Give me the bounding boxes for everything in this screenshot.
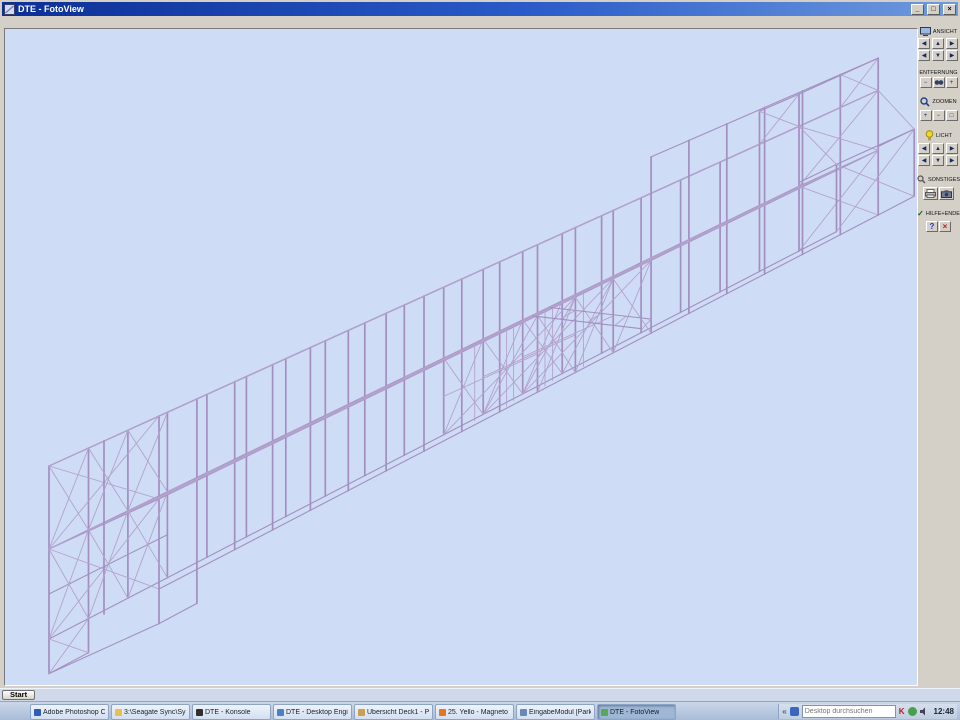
taskbar-item-icon	[520, 709, 527, 716]
taskbar-item[interactable]: Übersicht Deck1 - Paint	[354, 704, 433, 720]
taskbar-item-icon	[115, 709, 122, 716]
taskbar-item-label: DTE - Konsole	[205, 709, 251, 716]
help-button[interactable]: ?	[926, 221, 938, 232]
distance-minus-button[interactable]: −	[920, 77, 932, 88]
taskbar-item-label: Adobe Photoshop CS3 E...	[43, 709, 105, 716]
section-zoomen: ZOOMEN + − □	[919, 97, 958, 121]
taskbar-item[interactable]: DTE - Konsole	[192, 704, 271, 720]
zoom-in-button[interactable]: +	[920, 110, 932, 121]
close-button[interactable]: ×	[943, 4, 956, 15]
print-button[interactable]	[923, 187, 938, 200]
sonstiges-label: SONSTIGES	[928, 177, 960, 183]
licht-left-button[interactable]: ◀	[918, 143, 930, 154]
taskbar-item[interactable]: EingabeModul [Parkdeck...	[516, 704, 595, 720]
taskbar-item-icon	[601, 709, 608, 716]
checkmark-icon: ✓	[917, 209, 924, 218]
taskbar-item-icon	[358, 709, 365, 716]
printer-icon	[925, 189, 936, 198]
ansicht-label: ANSICHT	[933, 29, 957, 35]
ansicht-down-button[interactable]: ▼	[932, 50, 944, 61]
tools-icon	[917, 175, 926, 184]
control-panel: ANSICHT ◀▲▶◀▼▶ ENTFERNUNG − + ZOOMEN	[919, 18, 958, 686]
zoom-box-button[interactable]: □	[946, 110, 958, 121]
ansicht-up-button[interactable]: ▲	[932, 38, 944, 49]
minimize-button[interactable]: _	[911, 4, 924, 15]
section-ansicht: ANSICHT ◀▲▶ ◀▼▶	[919, 27, 958, 61]
lightbulb-icon	[925, 130, 934, 141]
taskbar-item-label: 3:\Seagate Sync\SyncRe...	[124, 709, 186, 716]
taskbar-item-icon	[196, 709, 203, 716]
taskbar-clock: 12:48	[934, 707, 954, 716]
licht-label: LICHT	[936, 133, 952, 139]
licht-left-button[interactable]: ◀	[918, 155, 930, 166]
exit-button[interactable]: ×	[939, 221, 951, 232]
ansicht-left-button[interactable]: ◀	[918, 38, 930, 49]
binocular-icon	[934, 79, 944, 86]
taskbar-item[interactable]: DTE - Desktop Engineeri...	[273, 704, 352, 720]
chevron-icon[interactable]: «	[782, 707, 786, 716]
taskbar-item-label: DTE - FotoView	[610, 709, 659, 716]
taskbar-item-label: 25. Yello - Magneto - Wi...	[448, 709, 510, 716]
system-tray: « K 12:48	[778, 704, 957, 719]
licht-right-button[interactable]: ▶	[946, 143, 958, 154]
ansicht-right-button[interactable]: ▶	[946, 38, 958, 49]
zoom-out-button[interactable]: −	[933, 110, 945, 121]
distance-plus-button[interactable]: +	[946, 77, 958, 88]
zoomen-label: ZOOMEN	[932, 99, 956, 105]
taskbar-item[interactable]: 25. Yello - Magneto - Wi...	[435, 704, 514, 720]
maximize-button[interactable]: □	[927, 4, 940, 15]
taskbar-item-label: Übersicht Deck1 - Paint	[367, 709, 429, 716]
camera-button[interactable]	[939, 187, 954, 200]
taskbar-item-icon	[34, 709, 41, 716]
taskbar-item[interactable]: Adobe Photoshop CS3 E...	[30, 704, 109, 720]
licht-down-button[interactable]: ▼	[932, 155, 944, 166]
section-sonstiges: SONSTIGES	[919, 175, 958, 200]
magnifier-icon	[920, 97, 930, 107]
section-entfernung: ENTFERNUNG − +	[919, 70, 958, 88]
ansicht-right-button[interactable]: ▶	[946, 50, 958, 61]
app-icon	[4, 4, 15, 15]
title-bar: DTE - FotoView _ □ ×	[2, 2, 958, 16]
taskbar-tasks-area: Adobe Photoshop CS3 E... 3:\Seagate Sync\…	[30, 704, 676, 719]
section-hilfe-ende: ✓ HILFE+ENDE ? ×	[919, 209, 958, 232]
taskbar-item-icon	[277, 709, 284, 716]
window-title: DTE - FotoView	[18, 4, 908, 14]
kaspersky-icon[interactable]: K	[899, 707, 905, 716]
taskbar-item-icon	[439, 709, 446, 716]
taskbar-top-row: Start	[0, 688, 960, 702]
entfernung-label: ENTFERNUNG	[919, 70, 957, 76]
licht-right-button[interactable]: ▶	[946, 155, 958, 166]
section-licht: LICHT ◀▲▶ ◀▼▶	[919, 130, 958, 166]
tray-icon-green[interactable]	[908, 707, 917, 716]
taskbar-item[interactable]: DTE - FotoView	[597, 704, 676, 720]
taskbar: Adobe Photoshop CS3 E... 3:\Seagate Sync\…	[0, 701, 960, 720]
viewport-3d[interactable]	[4, 28, 918, 686]
binocular-button[interactable]	[933, 77, 945, 88]
hilfe-label: HILFE+ENDE	[926, 211, 960, 217]
taskbar-item-label: EingabeModul [Parkdeck...	[529, 709, 591, 716]
start-button[interactable]: Start	[2, 690, 35, 700]
search-toolbar-icon[interactable]	[790, 707, 799, 716]
licht-up-button[interactable]: ▲	[932, 143, 944, 154]
volume-icon[interactable]	[920, 707, 929, 716]
screen: DTE - FotoView _ □ × ANSICHT ◀▲▶◀▼▶ ENTF…	[0, 0, 960, 720]
taskbar-item-label: DTE - Desktop Engineeri...	[286, 709, 348, 716]
camera-icon	[941, 190, 952, 198]
desktop-search-input[interactable]	[802, 705, 896, 718]
view-icon	[920, 27, 931, 36]
taskbar-item[interactable]: 3:\Seagate Sync\SyncRe...	[111, 704, 190, 720]
structure-wireframe	[5, 29, 917, 685]
ansicht-left-button[interactable]: ◀	[918, 50, 930, 61]
